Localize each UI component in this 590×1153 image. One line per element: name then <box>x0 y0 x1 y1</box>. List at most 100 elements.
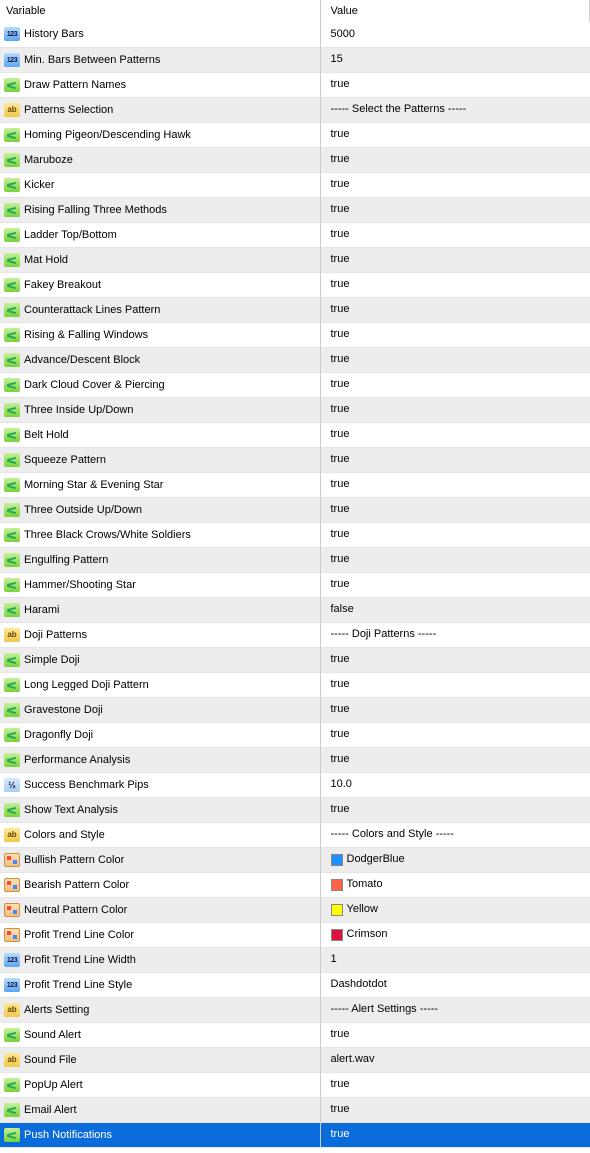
value-cell[interactable]: true <box>320 1022 590 1047</box>
value-cell[interactable]: true <box>320 297 590 322</box>
table-row[interactable]: Colors and Style----- Colors and Style -… <box>0 822 590 847</box>
value-cell[interactable]: 5000 <box>320 22 590 47</box>
value-cell[interactable]: true <box>320 722 590 747</box>
table-row[interactable]: Bearish Pattern ColorTomato <box>0 872 590 897</box>
value-cell[interactable]: true <box>320 147 590 172</box>
value-cell[interactable]: true <box>320 697 590 722</box>
table-row[interactable]: History Bars5000 <box>0 22 590 47</box>
table-row[interactable]: Marubozetrue <box>0 147 590 172</box>
value-cell[interactable]: true <box>320 797 590 822</box>
table-row[interactable]: Squeeze Patterntrue <box>0 447 590 472</box>
value-cell[interactable]: 15 <box>320 47 590 72</box>
header-value[interactable]: Value <box>320 0 590 22</box>
table-row[interactable]: Mat Holdtrue <box>0 247 590 272</box>
table-row[interactable]: Sound Alert true <box>0 1022 590 1047</box>
table-row[interactable]: Push Notificationstrue <box>0 1122 590 1147</box>
table-row[interactable]: Dragonfly Dojitrue <box>0 722 590 747</box>
variable-cell: Kicker <box>0 172 320 197</box>
value-cell[interactable]: true <box>320 122 590 147</box>
table-row[interactable]: Profit Trend Line ColorCrimson <box>0 922 590 947</box>
value-cell[interactable]: true <box>320 347 590 372</box>
table-row[interactable]: Dark Cloud Cover & Piercingtrue <box>0 372 590 397</box>
value-cell[interactable]: alert.wav <box>320 1047 590 1072</box>
table-row[interactable]: Belt Holdtrue <box>0 422 590 447</box>
value-cell[interactable]: Crimson <box>320 922 590 947</box>
table-row[interactable]: Morning Star & Evening Startrue <box>0 472 590 497</box>
str-type-icon <box>4 628 20 642</box>
table-row[interactable]: Bullish Pattern ColorDodgerBlue <box>0 847 590 872</box>
value-cell[interactable]: true <box>320 447 590 472</box>
value-cell[interactable]: true <box>320 1072 590 1097</box>
value-cell[interactable]: 1 <box>320 947 590 972</box>
value-cell[interactable]: true <box>320 197 590 222</box>
table-row[interactable]: Three Inside Up/Downtrue <box>0 397 590 422</box>
table-row[interactable]: Haramifalse <box>0 597 590 622</box>
table-row[interactable]: Gravestone Dojitrue <box>0 697 590 722</box>
value-cell[interactable]: true <box>320 372 590 397</box>
table-row[interactable]: Profit Trend Line StyleDashdotdot <box>0 972 590 997</box>
value-cell[interactable]: ----- Doji Patterns ----- <box>320 622 590 647</box>
table-row[interactable]: Draw Pattern Namestrue <box>0 72 590 97</box>
table-row[interactable]: Advance/Descent Blocktrue <box>0 347 590 372</box>
table-row[interactable]: Hammer/Shooting Startrue <box>0 572 590 597</box>
value-cell[interactable]: Tomato <box>320 872 590 897</box>
value-cell[interactable]: true <box>320 647 590 672</box>
table-row[interactable]: Patterns Selection----- Select the Patte… <box>0 97 590 122</box>
table-row[interactable]: Alerts Setting----- Alert Settings ----- <box>0 997 590 1022</box>
value-cell[interactable]: ----- Colors and Style ----- <box>320 822 590 847</box>
value-cell[interactable]: true <box>320 522 590 547</box>
value-cell[interactable]: true <box>320 1122 590 1147</box>
variable-label: Sound Alert <box>24 1029 81 1041</box>
variable-cell: Profit Trend Line Color <box>0 922 320 947</box>
value-cell[interactable]: DodgerBlue <box>320 847 590 872</box>
value-cell[interactable]: true <box>320 272 590 297</box>
value-cell[interactable]: true <box>320 322 590 347</box>
value-cell[interactable]: Dashdotdot <box>320 972 590 997</box>
value-cell[interactable]: ----- Select the Patterns ----- <box>320 97 590 122</box>
value-cell[interactable]: true <box>320 472 590 497</box>
table-row[interactable]: Simple Dojitrue <box>0 647 590 672</box>
header-variable[interactable]: Variable <box>0 0 320 22</box>
table-row[interactable]: Engulfing Pattern true <box>0 547 590 572</box>
table-row[interactable]: PopUp Alerttrue <box>0 1072 590 1097</box>
table-row[interactable]: Sound Filealert.wav <box>0 1047 590 1072</box>
value-cell[interactable]: true <box>320 397 590 422</box>
value-cell[interactable]: true <box>320 747 590 772</box>
table-row[interactable]: Doji Patterns----- Doji Patterns ----- <box>0 622 590 647</box>
table-row[interactable]: Min. Bars Between Patterns15 <box>0 47 590 72</box>
value-cell[interactable]: true <box>320 247 590 272</box>
table-row[interactable]: Performance Analysistrue <box>0 747 590 772</box>
table-row[interactable]: Email Alerttrue <box>0 1097 590 1122</box>
value-cell[interactable]: true <box>320 422 590 447</box>
variable-label: Engulfing Pattern <box>24 554 108 566</box>
table-row[interactable]: Rising & Falling Windowstrue <box>0 322 590 347</box>
value-cell[interactable]: true <box>320 672 590 697</box>
table-row[interactable]: Long Legged Doji Patterntrue <box>0 672 590 697</box>
table-row[interactable]: Counterattack Lines Patterntrue <box>0 297 590 322</box>
value-label: true <box>331 354 350 366</box>
value-cell[interactable]: true <box>320 222 590 247</box>
table-row[interactable]: Success Benchmark Pips10.0 <box>0 772 590 797</box>
table-row[interactable]: Fakey Breakouttrue <box>0 272 590 297</box>
value-cell[interactable]: true <box>320 572 590 597</box>
table-row[interactable]: Show Text Analysistrue <box>0 797 590 822</box>
value-cell[interactable]: true <box>320 547 590 572</box>
table-row[interactable]: Ladder Top/Bottomtrue <box>0 222 590 247</box>
value-cell[interactable]: Yellow <box>320 897 590 922</box>
value-cell[interactable]: true <box>320 172 590 197</box>
table-row[interactable]: Neutral Pattern ColorYellow <box>0 897 590 922</box>
value-cell[interactable]: false <box>320 597 590 622</box>
value-cell[interactable]: 10.0 <box>320 772 590 797</box>
value-cell[interactable]: ----- Alert Settings ----- <box>320 997 590 1022</box>
table-row[interactable]: Homing Pigeon/Descending Hawktrue <box>0 122 590 147</box>
table-row[interactable]: Kickertrue <box>0 172 590 197</box>
table-row[interactable]: Three Outside Up/Downtrue <box>0 497 590 522</box>
table-row[interactable]: Profit Trend Line Width1 <box>0 947 590 972</box>
variable-cell: Show Text Analysis <box>0 797 320 822</box>
table-row[interactable]: Rising Falling Three Methodstrue <box>0 197 590 222</box>
table-row[interactable]: Three Black Crows/White Soldiers true <box>0 522 590 547</box>
value-cell[interactable]: true <box>320 497 590 522</box>
value-cell[interactable]: true <box>320 72 590 97</box>
value-cell[interactable]: true <box>320 1097 590 1122</box>
variable-label: Three Black Crows/White Soldiers <box>24 529 191 541</box>
